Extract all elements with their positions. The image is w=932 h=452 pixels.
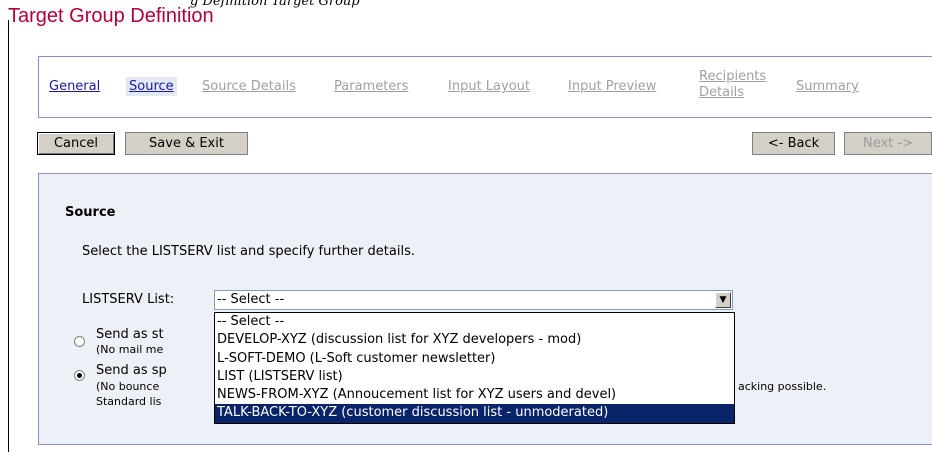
tab-recipients-details-line2: Details	[699, 85, 745, 100]
option-special-text: Send as sp	[96, 363, 167, 378]
top-caption: g Definition Target Group	[190, 0, 360, 9]
instructions-text: Select the LISTSERV list and specify fur…	[82, 244, 415, 259]
select-value: -- Select --	[217, 292, 285, 307]
top-caption-text: g Definition Target Group	[190, 0, 360, 9]
page-title: Target Group Definition	[8, 5, 214, 27]
radio-send-special[interactable]	[74, 370, 85, 381]
dropdown-option[interactable]: NEWS-FROM-XYZ (Annoucement list for XYZ …	[215, 386, 734, 404]
tab-recipients-details-line1: Recipients	[699, 69, 767, 84]
tab-source[interactable]: Source	[126, 77, 177, 96]
chevron-down-icon[interactable]: ▼	[715, 292, 731, 308]
listserv-list-select[interactable]: -- Select -- ▼	[214, 290, 733, 310]
tab-summary: Summary	[796, 79, 859, 94]
tab-input-layout: Input Layout	[448, 79, 530, 94]
tab-input-preview: Input Preview	[568, 79, 657, 94]
tab-general[interactable]: General	[49, 79, 100, 94]
option-standard-text: Send as st	[96, 327, 164, 342]
option-special-sub2: Standard lis	[96, 395, 162, 408]
dropdown-option[interactable]: DEVELOP-XYZ (discussion list for XYZ dev…	[215, 331, 734, 349]
listserv-dropdown-list[interactable]: -- Select -- DEVELOP-XYZ (discussion lis…	[214, 312, 735, 424]
cancel-button[interactable]: Cancel	[37, 132, 115, 155]
tab-source-details: Source Details	[202, 79, 296, 94]
back-button[interactable]: <- Back	[752, 132, 835, 155]
dropdown-option[interactable]: -- Select --	[215, 313, 734, 331]
dropdown-option[interactable]: LIST (LISTSERV list)	[215, 368, 734, 386]
option-special-tail: acking possible.	[738, 380, 827, 393]
option-special-sub: (No bounce	[96, 380, 160, 393]
radio-dot	[77, 373, 82, 378]
tab-parameters: Parameters	[334, 79, 409, 94]
left-rule	[8, 20, 9, 452]
next-button: Next ->	[844, 132, 932, 155]
dropdown-option[interactable]: L-SOFT-DEMO (L-Soft customer newsletter)	[215, 350, 734, 368]
option-standard-sub: (No mail me	[96, 343, 164, 356]
listserv-list-label: LISTSERV List:	[82, 292, 175, 307]
radio-send-standard[interactable]	[74, 336, 85, 347]
dropdown-option-highlighted[interactable]: TALK-BACK-TO-XYZ (customer discussion li…	[215, 404, 734, 423]
section-title: Source	[65, 205, 116, 220]
save-exit-button[interactable]: Save & Exit	[125, 132, 248, 155]
